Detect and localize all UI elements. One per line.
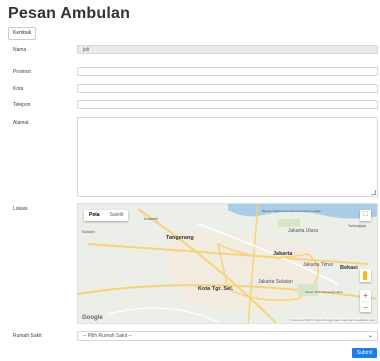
telepon-label: Telepon — [13, 102, 31, 108]
tab-satelit[interactable]: Satelit — [105, 210, 129, 221]
map-place-label: Jakarta Timur — [303, 262, 334, 268]
rumah-sakit-label: Rumah Sakit — [13, 333, 42, 339]
tab-peta[interactable]: Peta — [84, 210, 105, 221]
page-title: Pesan Ambulan — [8, 5, 131, 22]
rumah-sakit-select[interactable]: -- Pilih Rumah Sakit -- ⌄ — [77, 331, 378, 341]
location-map[interactable]: Peta Satelit ⛶ Tangerang Jakarta Utara J… — [77, 203, 378, 324]
map-place-label: Kota Tgr. Sel. — [198, 286, 234, 292]
zoom-control: + − — [360, 290, 371, 312]
plus-icon[interactable]: + — [360, 290, 371, 301]
nama-input[interactable]: joli — [77, 45, 378, 54]
alamat-label: Alamat — [13, 120, 29, 126]
map-place-label: Taman Mini Indonesia Indah — [305, 290, 343, 294]
map-place-label: Jakarta Selatan — [258, 279, 293, 285]
kota-label: Kota — [13, 86, 24, 92]
map-place-label: Jakarta — [273, 251, 293, 257]
map-place-label: Bandar Udara Internasional Soekarno-Hatt… — [262, 209, 321, 213]
map-place-label: Kosambi — [144, 217, 158, 221]
back-button[interactable]: Kembali — [8, 27, 37, 40]
provinsi-label: Provinsi — [13, 69, 31, 75]
map-place-label: Tangerang — [166, 235, 194, 241]
lokasi-label: Lokasi — [13, 206, 28, 212]
rumah-sakit-selected: -- Pilih Rumah Sakit -- — [83, 333, 132, 339]
map-footer: Data peta ©2021 Syarat Penggunaan Lapork… — [290, 318, 375, 322]
map-place-label: Tarumajaya — [348, 224, 367, 228]
fullscreen-icon[interactable]: ⛶ — [360, 210, 371, 221]
kota-input[interactable] — [77, 84, 378, 93]
map-place-label: Sukadiri — [82, 230, 95, 234]
telepon-input[interactable] — [77, 100, 378, 109]
alamat-textarea[interactable] — [77, 117, 378, 197]
submit-button[interactable]: Submit — [352, 348, 377, 358]
resize-handle-icon[interactable] — [371, 190, 376, 195]
google-logo: Google — [82, 315, 103, 321]
provinsi-input[interactable] — [77, 67, 378, 76]
map-type-tabs: Peta Satelit — [84, 210, 129, 221]
map-place-label: Jakarta Utara — [288, 228, 319, 234]
pegman-icon[interactable] — [360, 269, 371, 282]
minus-icon[interactable]: − — [360, 302, 371, 313]
nama-label: Nama — [13, 47, 27, 53]
map-place-label: Bekasi — [340, 265, 358, 271]
chevron-down-icon: ⌄ — [367, 333, 373, 339]
